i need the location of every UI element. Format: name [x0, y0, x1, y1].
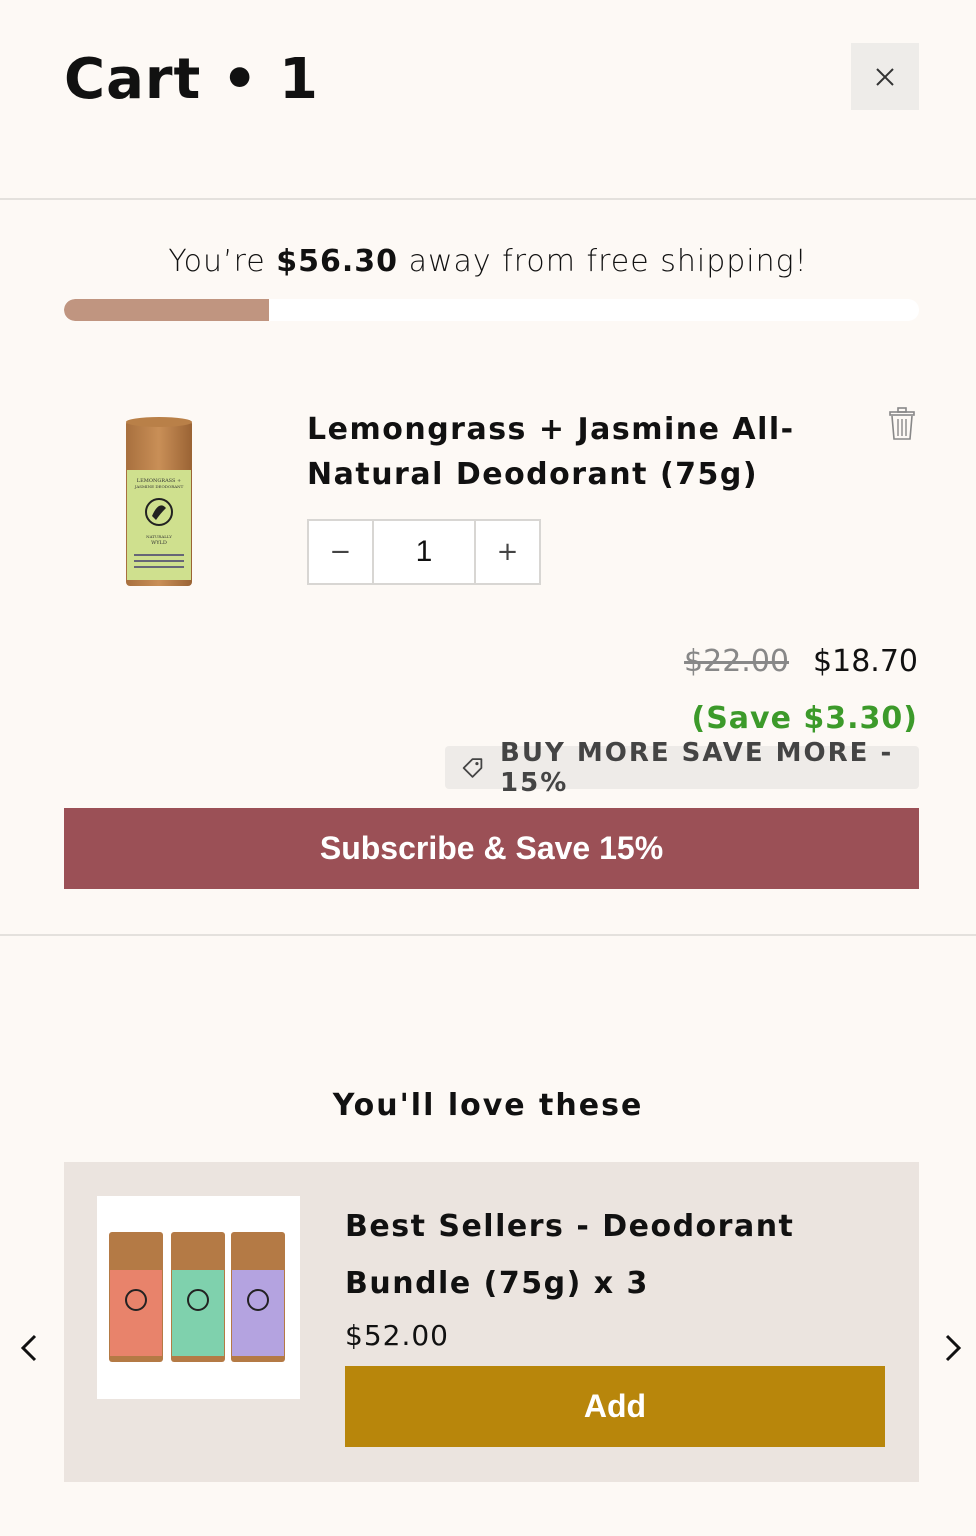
product-label-line-4: WYLD [151, 540, 167, 546]
bundle-product-image[interactable] [97, 1196, 300, 1399]
increment-button[interactable]: + [476, 521, 539, 583]
quantity-stepper: − 1 + [307, 519, 541, 585]
original-price: $22.00 [684, 644, 790, 679]
section-divider [0, 934, 976, 936]
free-shipping-progress-bar [64, 299, 919, 321]
price-row: $22.00 $18.70 [684, 640, 918, 684]
cart-item-title[interactable]: Lemongrass + Jasmine All-Natural Deodora… [307, 407, 867, 497]
cart-title: Cart • 1 [64, 47, 320, 112]
recommendation-price: $52.00 [345, 1319, 449, 1352]
product-image[interactable]: LEMONGRASS + JASMINE DEODORANT NATURALLY… [96, 404, 224, 596]
progress-fill [64, 299, 270, 321]
close-cart-button[interactable] [851, 43, 919, 110]
tag-icon [462, 757, 483, 778]
quantity-value[interactable]: 1 [371, 521, 477, 583]
recommendation-card: Best Sellers - Deodorant Bundle (75g) x … [64, 1162, 919, 1482]
close-icon [876, 67, 894, 86]
savings-text: (Save $3.30) [691, 701, 918, 736]
chevron-right-icon[interactable] [936, 1332, 968, 1364]
trash-icon [889, 407, 915, 440]
free-shipping-message: You’re $56.30 away from free shipping! [168, 244, 808, 279]
recommendation-title[interactable]: Best Sellers - Deodorant Bundle (75g) x … [345, 1198, 885, 1312]
chevron-left-icon[interactable] [14, 1332, 46, 1364]
cart-header: Cart • 1 [0, 0, 976, 200]
add-to-cart-button[interactable]: Add [345, 1366, 885, 1447]
remove-item-button[interactable] [888, 407, 916, 441]
product-label-line-2: JASMINE DEODORANT [134, 484, 184, 489]
recommendations-heading: You'll love these [332, 1088, 644, 1123]
decrement-button[interactable]: − [309, 521, 372, 583]
product-label-line-3: NATURALLY [146, 534, 172, 539]
sale-price: $18.70 [813, 644, 918, 679]
promo-text: BUY MORE SAVE MORE - 15% [500, 737, 894, 798]
promo-badge: BUY MORE SAVE MORE - 15% [445, 738, 919, 798]
subscribe-save-button[interactable]: Subscribe & Save 15% [64, 808, 919, 889]
